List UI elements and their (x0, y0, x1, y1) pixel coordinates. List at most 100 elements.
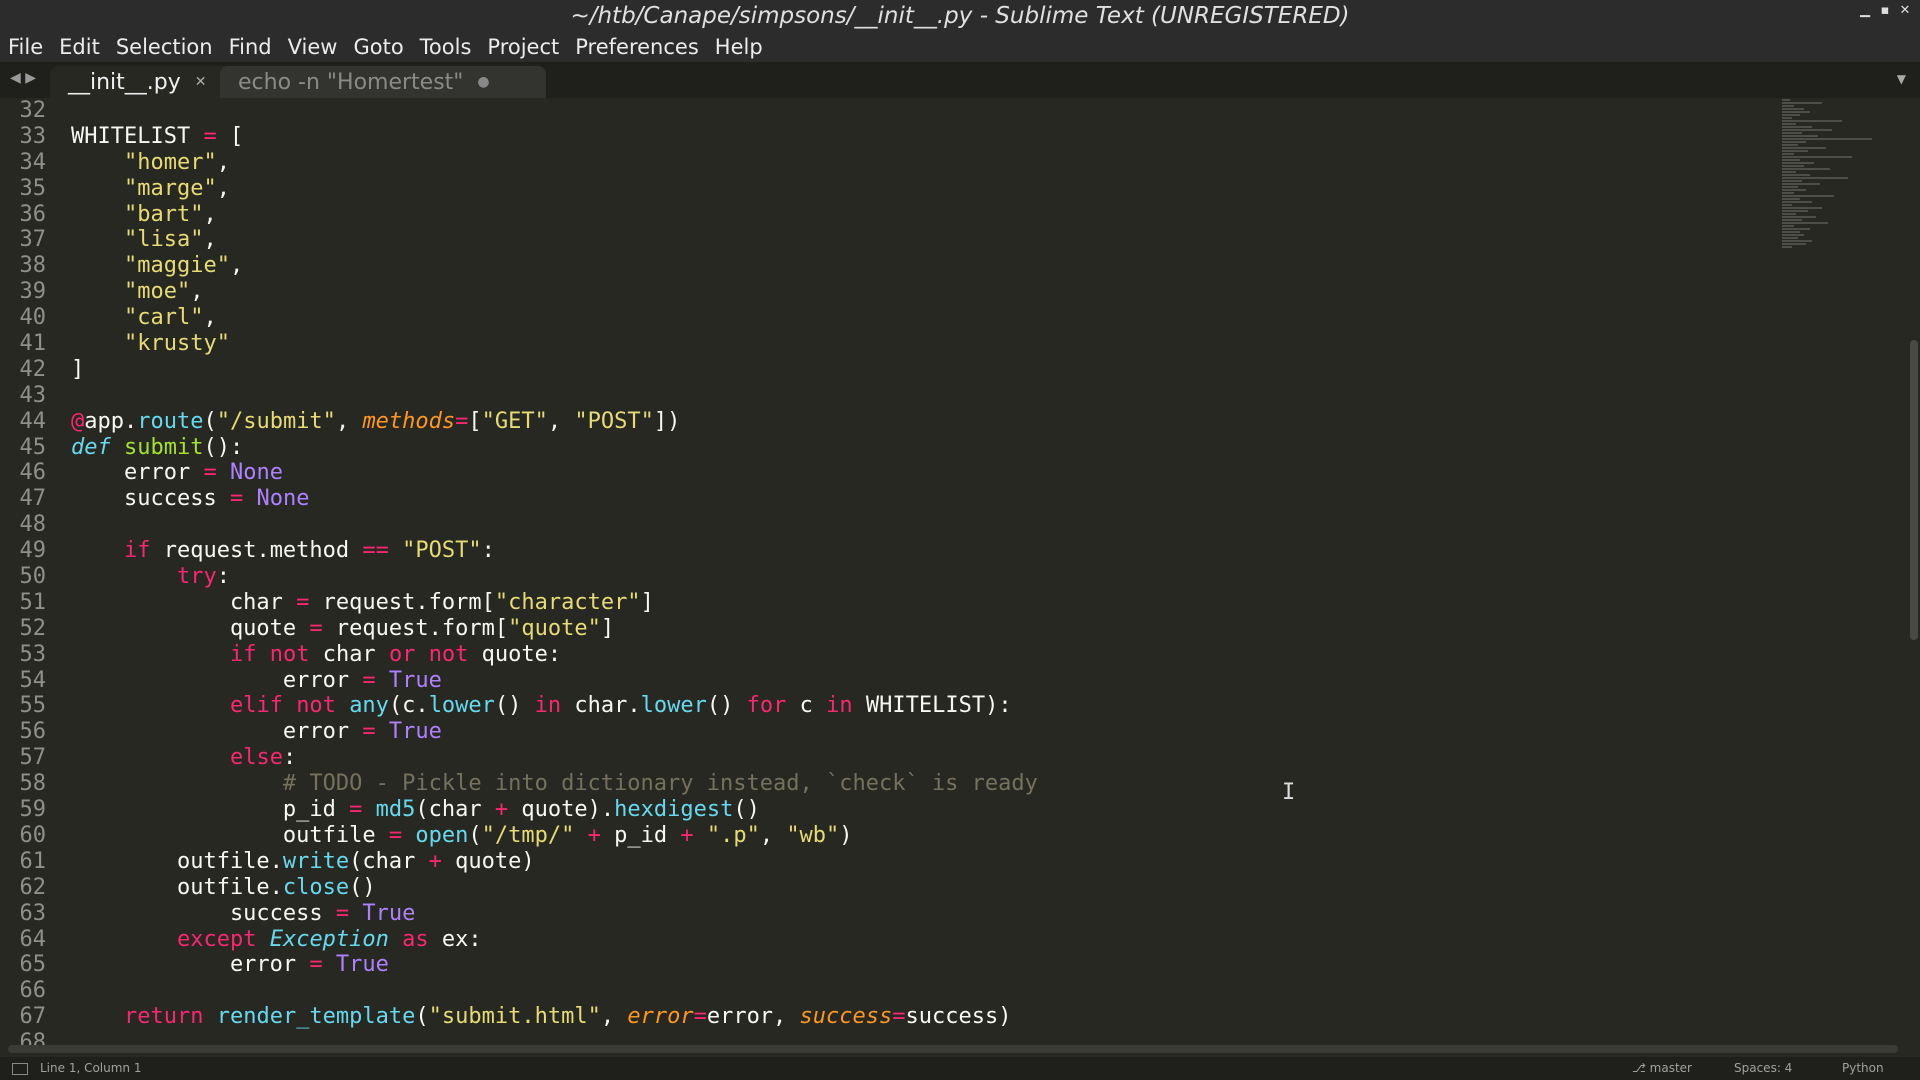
minimap-line (1782, 129, 1832, 131)
line-number: 53 (19, 641, 47, 667)
unsaved-dot-icon[interactable]: ● (477, 74, 489, 90)
menu-preferences[interactable]: Preferences (575, 35, 699, 59)
tab-label: echo -n "Homertest" (238, 69, 464, 95)
code-line[interactable]: WHITELIST = [ (71, 124, 1761, 150)
code-area[interactable]: WHITELIST = [ "homer", "marge", "bart", … (71, 98, 1761, 1050)
line-number: 36 (19, 201, 47, 227)
line-number-gutter: 32 33 34 35 36 37 38 39 40 41 42 43 44 45 46 47 48 49 50 51… (0, 98, 60, 1050)
line-number: 40 (19, 305, 47, 331)
code-line[interactable]: try: (71, 564, 1761, 590)
minimap-line (1782, 231, 1800, 233)
code-line[interactable]: "homer", (71, 150, 1761, 176)
minimap-line (1782, 234, 1804, 236)
code-line[interactable]: # TODO - Pickle into dictionary instead,… (71, 771, 1761, 797)
code-line[interactable]: "lisa", (71, 227, 1761, 253)
code-editor[interactable]: 32 33 34 35 36 37 38 39 40 41 42 43 44 45 46 47 48 49 50 51… (0, 98, 1920, 1050)
git-branch: ⎇ master (1632, 1061, 1692, 1075)
code-line[interactable]: outfile.write(char + quote) (71, 849, 1761, 875)
line-number: 37 (19, 227, 47, 253)
minimap-line (1782, 213, 1796, 215)
code-line[interactable]: success = None (71, 486, 1761, 512)
code-line[interactable]: def submit(): (71, 435, 1761, 461)
code-line[interactable]: quote = request.form["quote"] (71, 616, 1761, 642)
code-line[interactable]: ] (71, 357, 1761, 383)
minimap-line (1782, 237, 1798, 239)
window-controls: ▁ ▪ ✕ (1858, 4, 1912, 18)
minimap-line (1782, 219, 1802, 221)
code-line[interactable] (71, 98, 1761, 124)
line-number: 49 (19, 538, 47, 564)
menu-file[interactable]: File (8, 35, 43, 59)
code-line[interactable]: @app.route("/submit", methods=["GET", "P… (71, 409, 1761, 435)
minimap-line (1782, 186, 1798, 188)
menu-edit[interactable]: Edit (59, 35, 100, 59)
line-number: 34 (19, 149, 47, 175)
minimap[interactable] (1782, 98, 1902, 268)
menu-help[interactable]: Help (715, 35, 763, 59)
indentation-setting[interactable]: Spaces: 4 (1734, 1061, 1792, 1075)
close-icon[interactable]: ✕ (1898, 4, 1912, 18)
code-line[interactable]: error = None (71, 460, 1761, 486)
code-line[interactable]: if request.method == "POST": (71, 538, 1761, 564)
maximize-icon[interactable]: ▪ (1878, 4, 1892, 18)
code-line[interactable]: error = True (71, 719, 1761, 745)
line-number: 65 (19, 952, 47, 978)
code-line[interactable]: success = True (71, 901, 1761, 927)
line-number: 55 (19, 693, 47, 719)
code-line[interactable]: p_id = md5(char + quote).hexdigest() (71, 797, 1761, 823)
minimap-line (1782, 195, 1834, 197)
tab-echo-homertest[interactable]: echo -n "Homertest" ● (220, 66, 546, 98)
close-tab-icon[interactable]: ✕ (195, 74, 207, 90)
line-number: 38 (19, 253, 47, 279)
panel-toggle-icon[interactable] (12, 1063, 28, 1075)
minimize-icon[interactable]: ▁ (1858, 4, 1872, 18)
menu-view[interactable]: View (288, 35, 338, 59)
line-number: 61 (19, 848, 47, 874)
cursor-position[interactable]: Line 1, Column 1 (40, 1061, 142, 1075)
menu-find[interactable]: Find (229, 35, 272, 59)
tab-init-py[interactable]: __init__.py ✕ (50, 66, 248, 98)
code-line[interactable]: elif not any(c.lower() in char.lower() f… (71, 693, 1761, 719)
menu-bar: File Edit Selection Find View Goto Tools… (0, 32, 1920, 62)
minimap-line (1782, 150, 1808, 152)
code-line[interactable]: return render_template("submit.html", er… (71, 1004, 1761, 1030)
menu-project[interactable]: Project (487, 35, 559, 59)
minimap-line (1782, 126, 1812, 128)
horizontal-scrollbar[interactable] (8, 1045, 1898, 1053)
code-line[interactable]: "carl", (71, 305, 1761, 331)
menu-goto[interactable]: Goto (353, 35, 403, 59)
code-line[interactable] (71, 978, 1761, 1004)
code-line[interactable]: "krusty" (71, 331, 1761, 357)
code-line[interactable]: char = request.form["character"] (71, 590, 1761, 616)
menu-selection[interactable]: Selection (116, 35, 213, 59)
minimap-line (1782, 180, 1802, 182)
minimap-line (1782, 108, 1804, 110)
line-number: 60 (19, 822, 47, 848)
line-number: 51 (19, 589, 47, 615)
syntax-setting[interactable]: Python (1842, 1061, 1884, 1075)
minimap-line (1782, 120, 1842, 122)
line-number: 56 (19, 719, 47, 745)
code-line[interactable] (71, 512, 1761, 538)
code-line[interactable]: outfile = open("/tmp/" + p_id + ".p", "w… (71, 823, 1761, 849)
code-line[interactable]: "moe", (71, 279, 1761, 305)
code-line[interactable]: "bart", (71, 202, 1761, 228)
code-line[interactable]: "maggie", (71, 253, 1761, 279)
code-line[interactable]: error = True (71, 668, 1761, 694)
line-number: 33 (19, 123, 47, 149)
minimap-line (1782, 162, 1814, 164)
code-line[interactable]: "marge", (71, 176, 1761, 202)
code-line[interactable]: error = True (71, 952, 1761, 978)
tab-nav-arrows-icon[interactable]: ◀ ▶ (10, 70, 36, 86)
code-line[interactable] (71, 383, 1761, 409)
minimap-line (1782, 156, 1852, 158)
code-line[interactable]: outfile.close() (71, 875, 1761, 901)
vertical-scrollbar[interactable] (1910, 340, 1918, 640)
code-line[interactable]: if not char or not quote: (71, 642, 1761, 668)
code-line[interactable]: else: (71, 745, 1761, 771)
minimap-line (1782, 225, 1794, 227)
menu-tools[interactable]: Tools (420, 35, 472, 59)
code-line[interactable]: except Exception as ex: (71, 927, 1761, 953)
tab-menu-icon[interactable]: ▼ (1897, 72, 1906, 86)
line-number: 50 (19, 564, 47, 590)
